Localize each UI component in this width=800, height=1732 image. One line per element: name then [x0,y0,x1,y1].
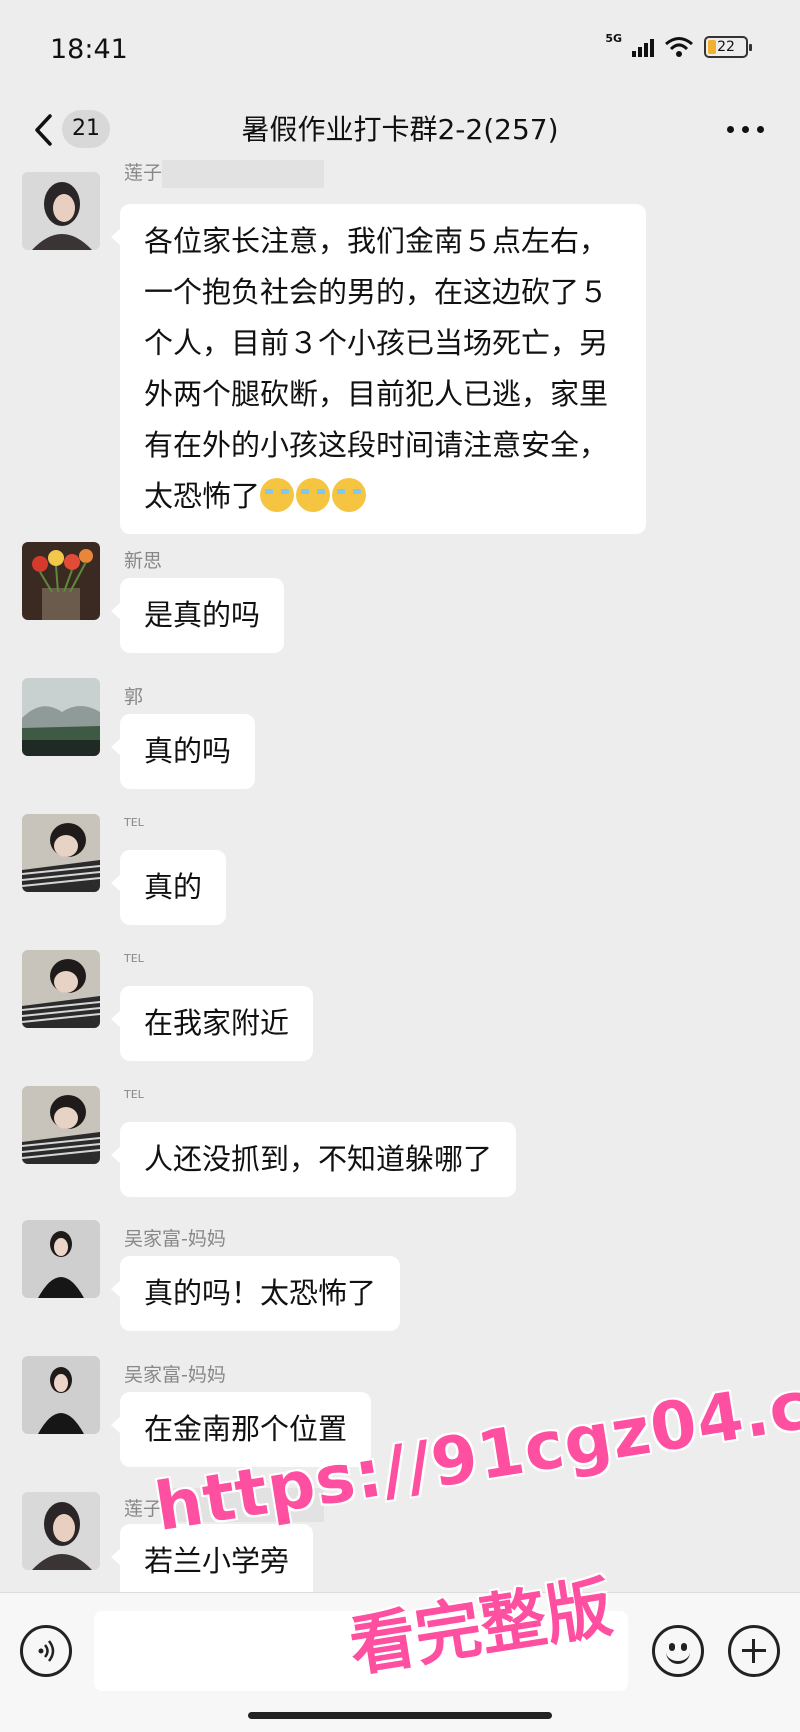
avatar-woman-portrait[interactable] [22,1492,100,1570]
sender-name: 吴家富-妈妈 [124,1228,226,1250]
sender-name: 莲子 [124,162,163,184]
voice-icon[interactable] [20,1625,72,1677]
message-line-last: 太恐怖了 [144,471,622,522]
message-line: 各位家长注意，我们金南５点左右， [144,224,609,258]
avatar-girl-striped[interactable] [22,814,100,892]
message-line: 有在外的小孩这段时间请注意安全， [144,428,609,462]
avatar-woman-black-top[interactable] [22,1220,100,1298]
avatar-girl-striped[interactable] [22,950,100,1028]
sender-name: 吴家富-妈妈 [124,1364,226,1386]
chat-title: 暑假作业打卡群2-2(257) [241,113,559,146]
wifi-icon [665,37,693,57]
message-list[interactable]: 莲子 各位家长注意，我们金南５点左右， 一个抱负社会的男的，在这边砍了５ 个人，… [0,160,800,1592]
sender-name: TEL [124,952,144,965]
home-indicator[interactable] [248,1712,552,1719]
message-bubble[interactable]: 是真的吗 [110,578,285,653]
sender-name: TEL [124,1088,144,1101]
message-bubble[interactable]: 各位家长注意，我们金南５点左右， 一个抱负社会的男的，在这边砍了５ 个人，目前３… [111,204,646,534]
more-icon[interactable] [727,126,764,133]
avatar-landscape[interactable] [22,678,100,756]
battery-icon: 22 [704,36,752,58]
sender-name: 郭 [124,686,144,708]
crying-face-emoji [332,478,367,512]
avatar-woman-portrait[interactable] [22,172,100,250]
message-line: 太恐怖了 [144,479,261,513]
avatar-girl-striped[interactable] [22,1086,100,1164]
message-line: 个人，目前３个小孩已当场死亡，另 [144,326,609,360]
network-type: 5G [605,31,622,45]
sender-name: 新思 [124,550,163,572]
crying-face-emoji [296,478,331,512]
crying-face-emoji [260,478,295,512]
message-line: 外两个腿砍断，目前犯人已逃，家里 [144,377,609,411]
message-bubble[interactable]: 真的吗 [110,714,256,789]
status-bar: 18:41 5G 22 [0,0,800,100]
battery-level: 22 [717,39,735,55]
signal-icon [632,37,654,57]
plus-icon[interactable] [728,1625,780,1677]
message-bubble[interactable]: 真的吗！太恐怖了 [110,1256,401,1331]
emoji-icon[interactable] [652,1625,704,1677]
sender-name-mask [162,160,324,188]
message-line: 一个抱负社会的男的，在这边砍了５ [144,275,609,309]
chat-header: 21 暑假作业打卡群2-2(257) [0,100,800,160]
status-time: 18:41 [50,34,128,65]
avatar-woman-black-top[interactable] [22,1356,100,1434]
avatar-tulips[interactable] [22,542,100,620]
status-icons: 5G 22 [605,32,752,58]
message-bubble[interactable]: 在我家附近 [110,986,314,1061]
message-bubble[interactable]: 真的 [110,850,227,925]
message-bubble[interactable]: 人还没抓到，不知道躲哪了 [110,1122,517,1197]
sender-name: TEL [124,816,144,829]
